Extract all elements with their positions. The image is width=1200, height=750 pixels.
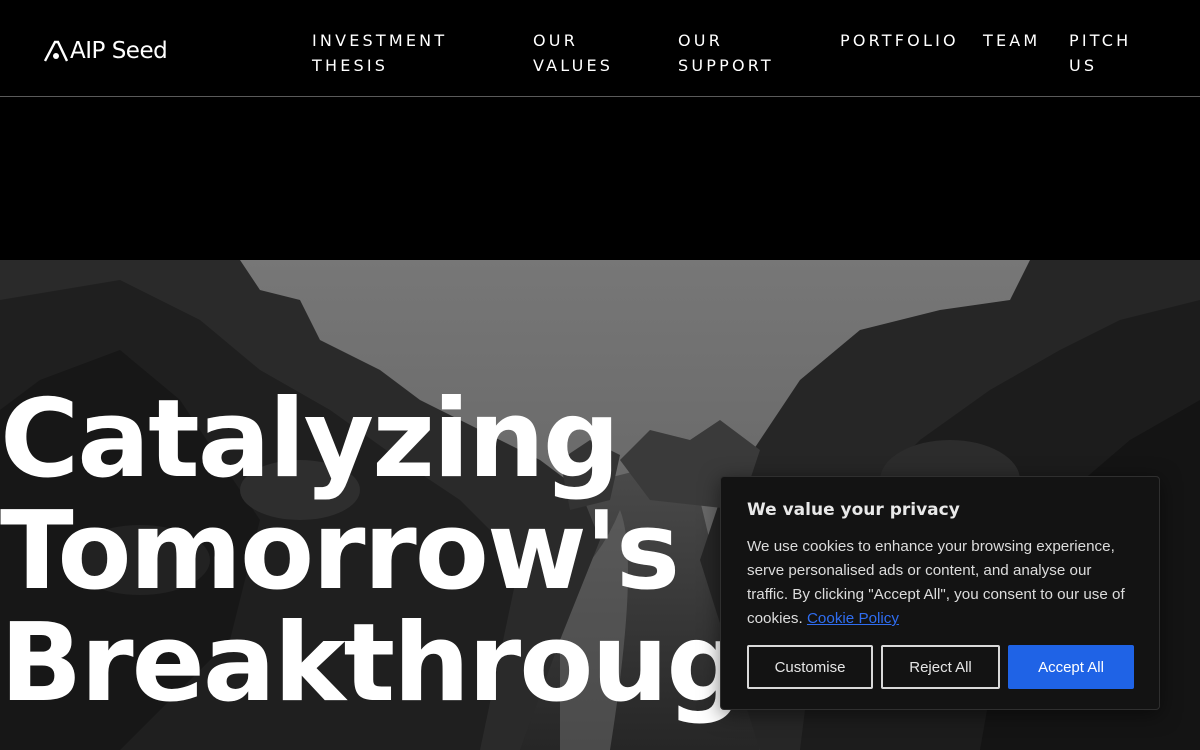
brand-logo[interactable]: AIP Seed [44,37,168,65]
site-header: AIP Seed INVESTMENT THESIS OUR VALUES OU… [0,0,1200,97]
hero-top-band [0,98,1200,260]
hero-title-line-1: Catalyzing [0,377,620,502]
cookie-banner-title: We value your privacy [747,500,960,520]
nav-our-support[interactable]: OUR SUPPORT [678,28,774,78]
nav-our-values[interactable]: OUR VALUES [533,28,613,78]
nav-pitch-us[interactable]: PITCH US [1069,28,1131,78]
cookie-consent-banner: We value your privacy We use cookies to … [720,476,1160,710]
cookie-banner-text: We use cookies to enhance your browsing … [747,535,1133,631]
logo-mark-icon [44,40,68,62]
hero-title-line-3: Breakthroughs [0,601,881,726]
nav-investment-thesis[interactable]: INVESTMENT THESIS [312,28,447,78]
reject-all-button[interactable]: Reject All [881,645,1000,689]
accept-all-button[interactable]: Accept All [1008,645,1134,689]
nav-team[interactable]: TEAM [983,28,1040,53]
nav-portfolio[interactable]: PORTFOLIO [840,28,959,53]
hero-title: Catalyzing Tomorrow's Breakthroughs [0,377,881,726]
hero-title-line-2: Tomorrow's [0,489,680,614]
cookie-policy-link[interactable]: Cookie Policy [807,610,899,627]
brand-name: AIP Seed [70,37,168,64]
cookie-banner-actions: Customise Reject All Accept All [747,645,1134,689]
cookie-banner-body: We use cookies to enhance your browsing … [747,538,1125,627]
customise-button[interactable]: Customise [747,645,873,689]
